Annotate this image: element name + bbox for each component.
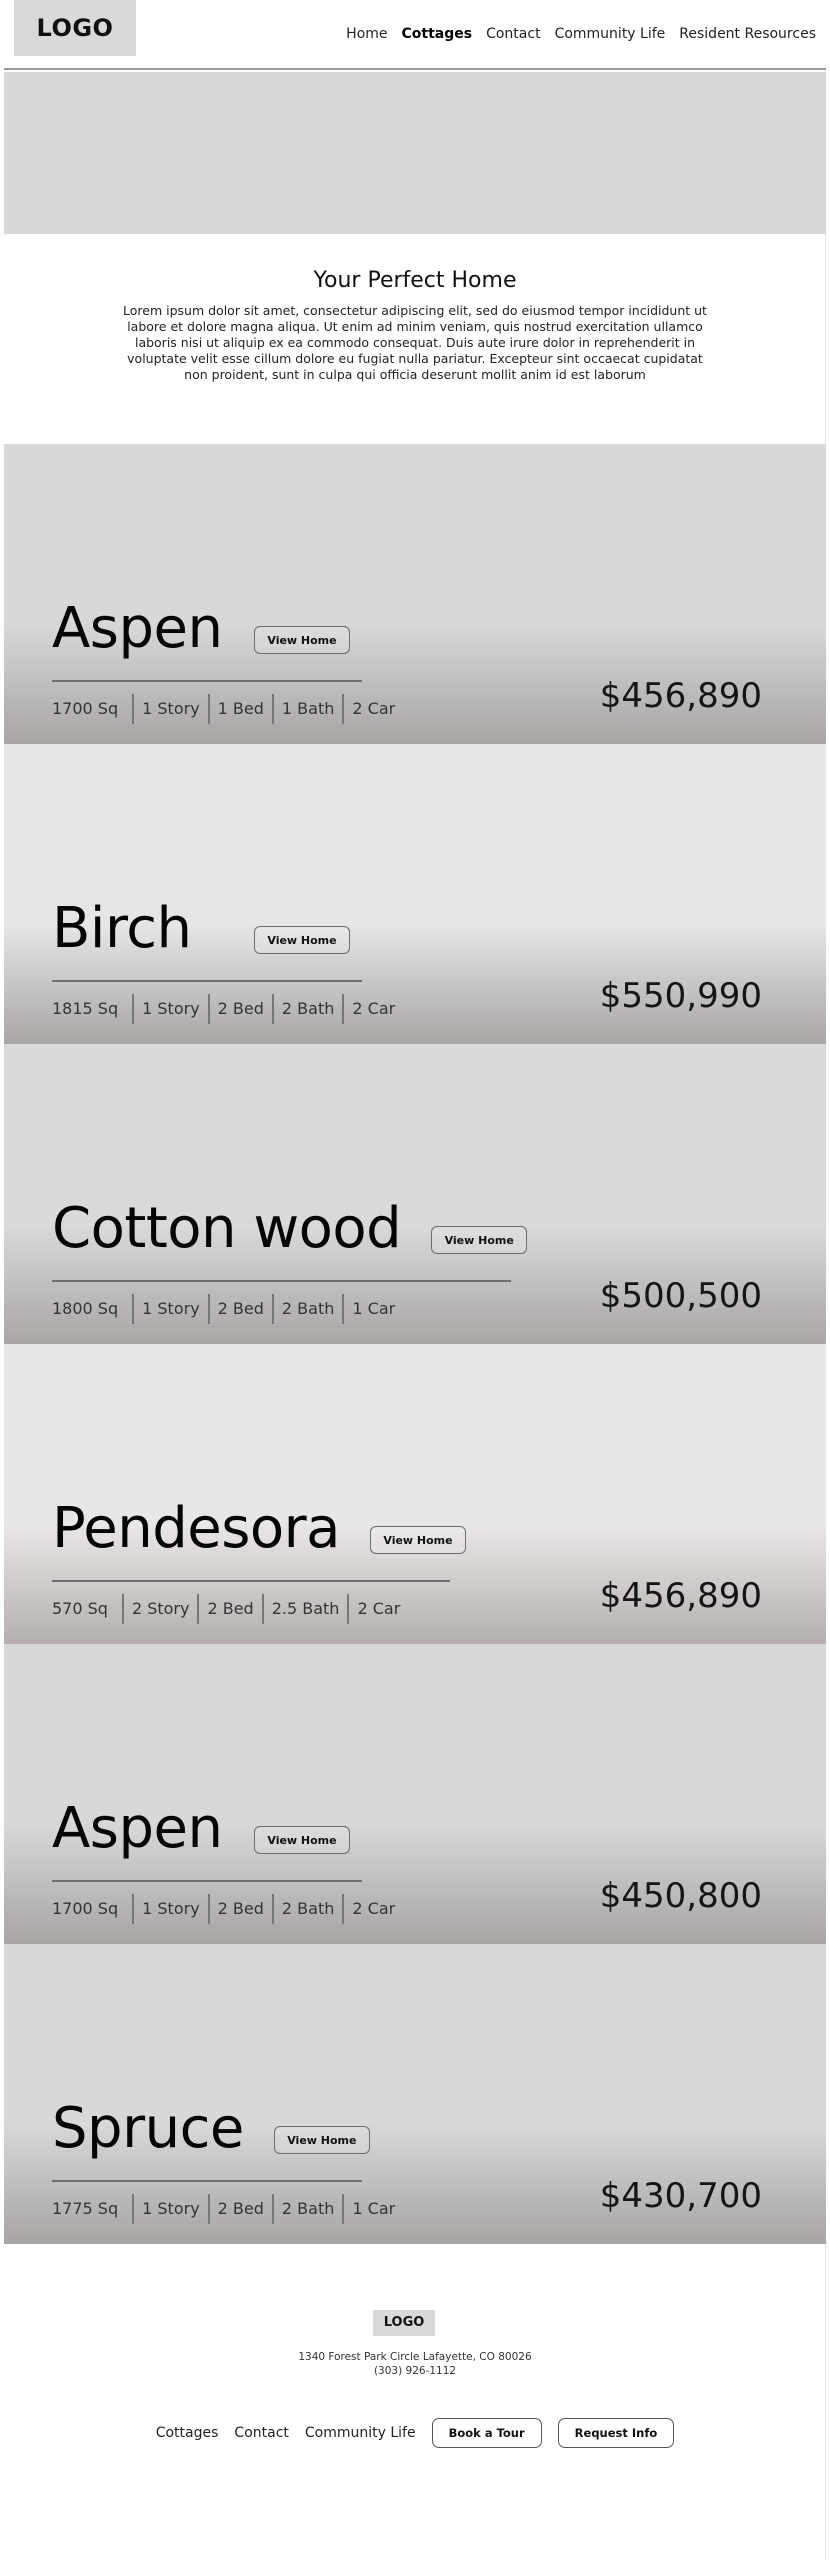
home-name: Birch (52, 896, 192, 961)
home-card: Aspen View Home 1700 Sq 1 Story 1 Bed 1 Bath 2… (4, 444, 826, 744)
view-home-button[interactable]: View Home (370, 1526, 466, 1554)
home-spec: 1 Story (132, 1894, 208, 1924)
home-spec: 1 Story (132, 994, 208, 1024)
home-spec: 2.5 Bath (261, 1594, 348, 1624)
home-divider (52, 680, 362, 682)
home-spec: 1 Story (132, 2194, 208, 2224)
home-spec: 1700 Sq (52, 1899, 119, 1918)
view-home-button[interactable]: View Home (254, 1826, 350, 1854)
view-home-button[interactable]: View Home (431, 1226, 528, 1254)
home-spec: 1 Story (132, 1294, 208, 1324)
footer-link-contact[interactable]: Contact (234, 2425, 288, 2441)
home-spec: 1 Car (342, 2194, 403, 2224)
home-divider (52, 1580, 450, 1582)
home-spec: 2 Car (347, 1594, 408, 1624)
home-specs: 570 Sq 2 Story 2 Bed 2.5 Bath 2 Car (52, 1594, 408, 1624)
home-spec: 2 Car (342, 994, 403, 1024)
home-spec: 1815 Sq (52, 999, 119, 1018)
intro-body: Lorem ipsum dolor sit amet, consectetur … (123, 303, 707, 382)
site-logo[interactable]: LOGO (14, 0, 136, 56)
home-spec: 2 Bath (271, 994, 342, 1024)
home-price: $430,700 (599, 2176, 762, 2216)
home-spec: 2 Bed (197, 1594, 261, 1624)
footer-phone: (303) 926-1112 (373, 2365, 457, 2377)
home-spec: 1800 Sq (52, 1299, 119, 1318)
home-price: $550,990 (599, 976, 762, 1016)
home-price: $450,800 (599, 1876, 762, 1916)
home-spec: 1 Bath (271, 694, 342, 724)
home-spec: 2 Bed (207, 2194, 272, 2224)
home-spec: 2 Car (342, 694, 403, 724)
home-spec: 2 Story (121, 1594, 198, 1624)
home-specs: 1700 Sq 1 Story 1 Bed 1 Bath 2 Car (52, 694, 403, 724)
footer-logo[interactable]: LOGO (373, 2310, 435, 2336)
home-price: $456,890 (599, 1576, 762, 1616)
home-name: Aspen (52, 1796, 223, 1861)
footer-link-cottages[interactable]: Cottages (156, 2425, 219, 2441)
footer-address-block: 1340 Forest Park Circle Lafayette, CO 80… (4, 2350, 826, 2378)
nav-item-home[interactable]: Home (346, 26, 387, 42)
hero-image-placeholder (4, 72, 826, 234)
home-card: Cotton wood View Home 1800 Sq 1 Story 2 Bed 2… (4, 1044, 826, 1344)
footer-address: 1340 Forest Park Circle Lafayette, CO 80… (298, 2351, 532, 2363)
home-price: $500,500 (599, 1276, 762, 1316)
main-nav: Home Cottages Contact Community Life Res… (346, 26, 816, 42)
home-spec: 1 Bed (207, 694, 272, 724)
footer-nav: Cottages Contact Community Life Book a T… (4, 2418, 826, 2448)
view-home-button[interactable]: View Home (254, 626, 350, 654)
home-divider (52, 2180, 362, 2182)
intro-title: Your Perfect Home (313, 268, 517, 293)
home-spec: 2 Bed (207, 1294, 272, 1324)
home-spec: 2 Bed (207, 994, 272, 1024)
home-name: Spruce (52, 2096, 244, 2161)
home-spec: 2 Bath (271, 1294, 342, 1324)
request-info-button[interactable]: Request Info (557, 2418, 675, 2448)
home-divider (52, 1880, 362, 1882)
book-a-tour-button[interactable]: Book a Tour (431, 2418, 542, 2448)
site-footer: LOGO 1340 Forest Park Circle Lafayette, … (4, 2246, 826, 2560)
home-divider (52, 1280, 512, 1282)
home-name: Aspen (52, 596, 223, 661)
home-price: $456,890 (599, 676, 762, 716)
home-divider (52, 980, 362, 982)
home-spec: 1700 Sq (52, 699, 119, 718)
page-frame: LOGO Home Cottages Contact Community Lif… (4, 0, 826, 2560)
home-specs: 1700 Sq 1 Story 2 Bed 2 Bath 2 Car (52, 1894, 403, 1924)
nav-item-contact[interactable]: Contact (486, 26, 540, 42)
view-home-button[interactable]: View Home (254, 926, 350, 954)
home-spec: 1 Story (132, 694, 208, 724)
home-card: Spruce View Home 1775 Sq 1 Story 2 Bed 2 Bath… (4, 1944, 826, 2244)
footer-link-community-life[interactable]: Community Life (305, 2425, 416, 2441)
home-spec: 570 Sq (52, 1599, 108, 1618)
home-card: Birch View Home 1815 Sq 1 Story 2 Bed 2 Bath 2… (4, 744, 826, 1044)
home-spec: 2 Car (342, 1894, 403, 1924)
home-specs: 1775 Sq 1 Story 2 Bed 2 Bath 1 Car (52, 2194, 403, 2224)
home-spec: 2 Bath (271, 1894, 342, 1924)
home-specs: 1815 Sq 1 Story 2 Bed 2 Bath 2 Car (52, 994, 403, 1024)
home-name: Cotton wood (52, 1196, 402, 1261)
nav-item-resident-resources[interactable]: Resident Resources (679, 26, 816, 42)
home-spec: 1775 Sq (52, 2199, 119, 2218)
home-specs: 1800 Sq 1 Story 2 Bed 2 Bath 1 Car (52, 1294, 403, 1324)
home-name: Pendesora (52, 1496, 341, 1561)
home-spec: 2 Bed (207, 1894, 272, 1924)
view-home-button[interactable]: View Home (273, 2126, 370, 2154)
home-card: Pendesora View Home 570 Sq 2 Story 2 Bed 2.5 … (4, 1344, 826, 1644)
home-card: Aspen View Home 1700 Sq 1 Story 2 Bed 2 Bath 2… (4, 1644, 826, 1944)
nav-item-cottages[interactable]: Cottages (402, 26, 473, 42)
home-spec: 1 Car (342, 1294, 403, 1324)
intro-section: Your Perfect Home Lorem ipsum dolor sit … (4, 234, 826, 444)
nav-item-community-life[interactable]: Community Life (555, 26, 666, 42)
site-header: LOGO Home Cottages Contact Community Lif… (4, 0, 826, 70)
home-spec: 2 Bath (271, 2194, 342, 2224)
